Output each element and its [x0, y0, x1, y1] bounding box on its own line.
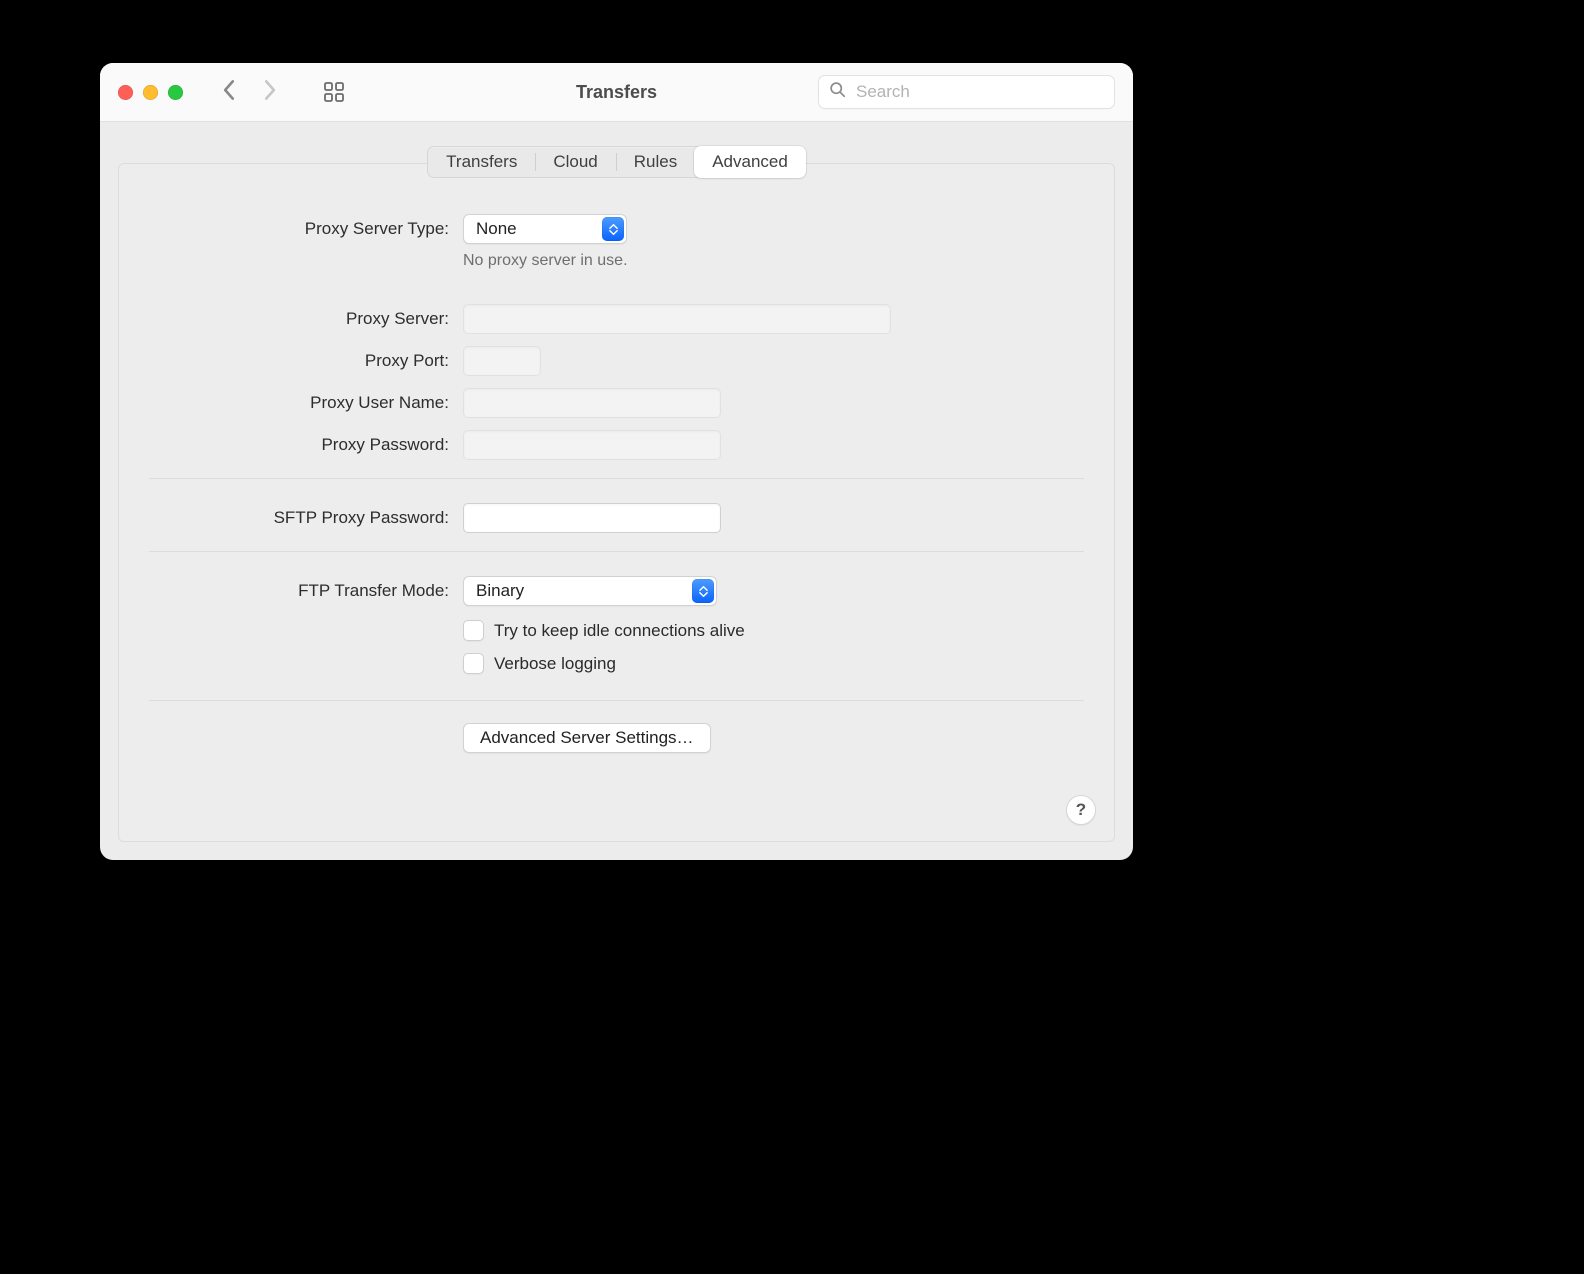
keep-alive-label: Try to keep idle connections alive — [494, 621, 745, 641]
proxy-pass-label: Proxy Password: — [149, 435, 449, 455]
updown-icon — [602, 217, 624, 241]
advanced-server-settings-button[interactable]: Advanced Server Settings… — [463, 723, 711, 753]
verbose-checkbox[interactable]: Verbose logging — [463, 653, 1084, 674]
help-button[interactable]: ? — [1066, 795, 1096, 825]
ftp-mode-value: Binary — [476, 581, 692, 601]
advanced-panel: Proxy Server Type: None No proxy server … — [118, 163, 1115, 842]
tab-transfers[interactable]: Transfers — [428, 147, 535, 177]
content-area: Transfers Cloud Rules Advanced Proxy Ser… — [100, 122, 1133, 860]
proxy-type-hint: No proxy server in use. — [463, 252, 1084, 270]
window-controls — [118, 85, 183, 100]
ftp-mode-popup[interactable]: Binary — [463, 576, 717, 606]
titlebar: Transfers — [100, 63, 1133, 122]
proxy-server-label: Proxy Server: — [149, 309, 449, 329]
verbose-label: Verbose logging — [494, 654, 616, 674]
separator — [149, 700, 1084, 701]
proxy-user-label: Proxy User Name: — [149, 393, 449, 413]
tab-rules[interactable]: Rules — [616, 147, 695, 177]
preferences-window: Transfers Transfers Cloud Rules Advanced… — [100, 63, 1133, 860]
search-icon — [829, 81, 846, 103]
proxy-port-label: Proxy Port: — [149, 351, 449, 371]
close-window-button[interactable] — [118, 85, 133, 100]
search-field[interactable] — [818, 75, 1115, 109]
minimize-window-button[interactable] — [143, 85, 158, 100]
proxy-type-value: None — [476, 219, 602, 239]
checkbox-icon — [463, 653, 484, 674]
ftp-mode-label: FTP Transfer Mode: — [149, 581, 449, 601]
proxy-type-popup[interactable]: None — [463, 214, 627, 244]
proxy-server-input[interactable] — [463, 304, 891, 334]
keep-alive-checkbox[interactable]: Try to keep idle connections alive — [463, 620, 1084, 641]
tab-advanced[interactable]: Advanced — [694, 146, 806, 178]
separator — [149, 478, 1084, 479]
proxy-user-input[interactable] — [463, 388, 721, 418]
show-all-icon[interactable] — [323, 81, 345, 103]
checkbox-icon — [463, 620, 484, 641]
help-icon: ? — [1076, 800, 1086, 820]
sftp-pass-label: SFTP Proxy Password: — [149, 508, 449, 528]
proxy-type-label: Proxy Server Type: — [149, 219, 449, 239]
updown-icon — [692, 579, 714, 603]
sftp-pass-input[interactable] — [463, 503, 721, 533]
tab-bar: Transfers Cloud Rules Advanced — [427, 146, 806, 178]
forward-button[interactable] — [263, 79, 279, 105]
toolbar-nav — [223, 79, 279, 105]
back-button[interactable] — [223, 79, 239, 105]
zoom-window-button[interactable] — [168, 85, 183, 100]
proxy-port-input[interactable] — [463, 346, 541, 376]
proxy-pass-input[interactable] — [463, 430, 721, 460]
tab-cloud[interactable]: Cloud — [535, 147, 615, 177]
search-input[interactable] — [854, 81, 1104, 103]
separator — [149, 551, 1084, 552]
